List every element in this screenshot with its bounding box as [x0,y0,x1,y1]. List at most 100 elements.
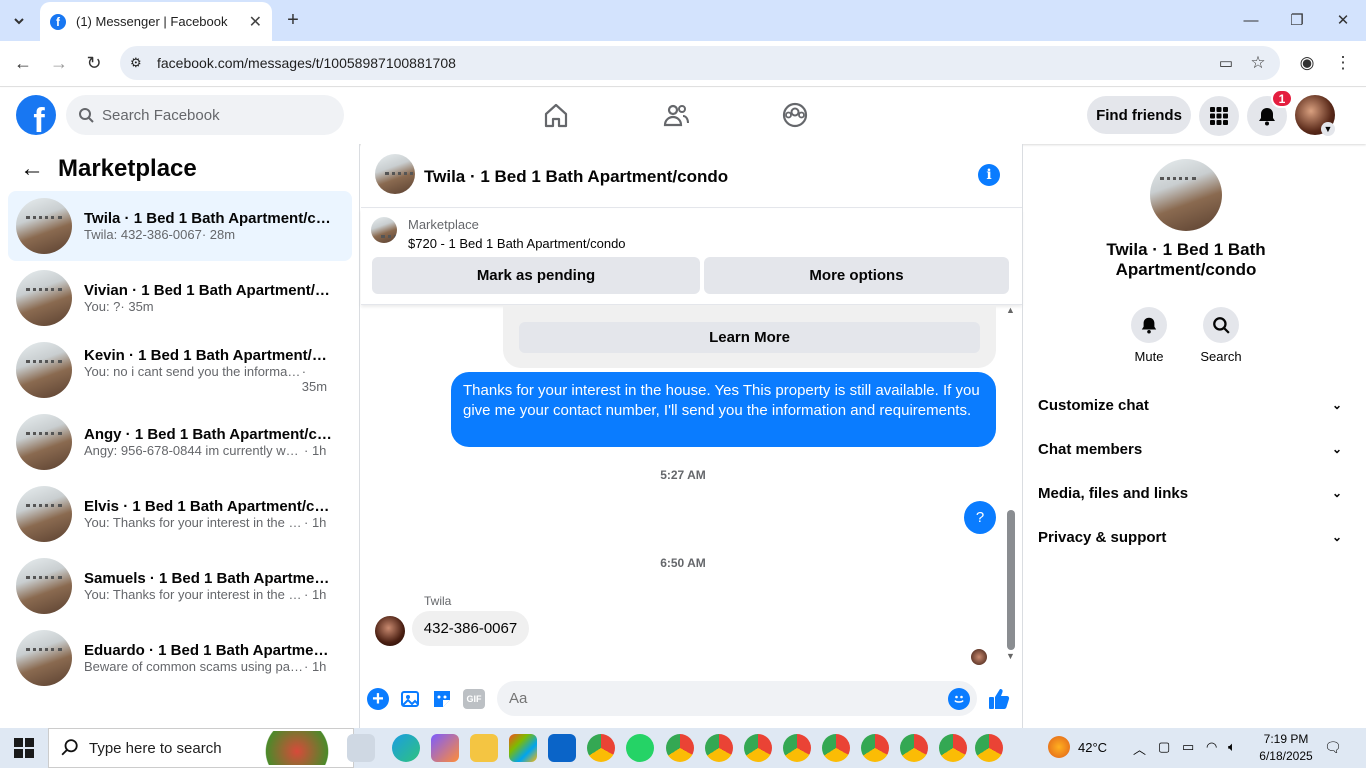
friends-icon[interactable] [661,100,691,130]
chrome-profile-icon[interactable] [939,734,967,762]
chat-listing-thumbnail[interactable] [375,154,415,194]
like-icon[interactable] [986,686,1012,712]
conversation-item[interactable]: Twila · 1 Bed 1 Bath Apartment/condo Twi… [8,191,352,261]
gif-icon[interactable]: GIF [463,689,485,709]
site-info-icon[interactable]: ⚙ [130,55,142,71]
info-icon[interactable]: i [978,164,1000,186]
emoji-icon[interactable] [948,688,970,710]
tab-search-chevron-icon[interactable] [8,10,30,32]
chrome-profile-icon[interactable] [783,734,811,762]
forward-icon[interactable]: → [48,52,70,74]
browser-tab[interactable]: f (1) Messenger | Facebook ✕ [40,2,272,41]
new-tab-icon[interactable]: + [282,9,304,31]
conversation-time: · 1h [304,659,327,674]
address-bar[interactable]: ⚙ facebook.com/messages/t/10058987100881… [120,46,1280,80]
find-friends-button[interactable]: Find friends [1087,96,1191,134]
whatsapp-icon[interactable] [626,734,654,762]
reload-icon[interactable]: ↻ [83,52,105,74]
edge-icon[interactable] [392,734,420,762]
chrome-profile-icon[interactable] [900,734,928,762]
chrome-profile-icon[interactable] [822,734,850,762]
search-icon [61,739,78,756]
timestamp: 5:27 AM [660,468,706,482]
groups-icon[interactable] [780,100,810,130]
section-label: Chat members [1038,440,1143,458]
battery-icon[interactable]: ▭ [1182,739,1194,755]
tab-close-icon[interactable]: ✕ [249,12,262,32]
clock[interactable]: 7:19 PM 6/18/2025 [1256,731,1316,765]
outgoing-message[interactable]: ? [964,501,996,534]
conversation-item[interactable]: Samuels · 1 Bed 1 Bath Apartment/condo Y… [8,551,352,621]
bookmark-star-icon[interactable]: ☆ [1247,52,1269,74]
volume-icon[interactable]: 🔈︎ [1228,739,1236,755]
chat-title[interactable]: Twila · 1 Bed 1 Bath Apartment/condo [424,167,728,187]
weather-icon[interactable] [1048,736,1070,758]
chrome-profile-icon[interactable] [975,734,1003,762]
search-placeholder: Search Facebook [102,106,220,124]
learn-more-button[interactable]: Learn More [519,322,980,353]
back-arrow-icon[interactable]: ← [20,155,44,183]
chrome-menu-icon[interactable]: ⋮ [1332,52,1354,74]
restore-icon[interactable]: ❐ [1286,9,1308,31]
install-app-icon[interactable]: ▭ [1215,52,1237,74]
conversation-item[interactable]: Eduardo · 1 Bed 1 Bath Apartment/condo B… [8,623,352,693]
customize-chat-section[interactable]: Customize chat ⌄ [1038,390,1342,420]
account-chevron-icon[interactable]: ▼ [1321,122,1335,136]
conversation-name: Elvis · 1 Bed 1 Bath Apartment/condo [84,498,334,515]
chrome-profile-icon[interactable] [666,734,694,762]
conversation-item[interactable]: Angy · 1 Bed 1 Bath Apartment/condo Angy… [8,407,352,477]
page-title: Marketplace [58,155,197,182]
conversation-preview: You: Thanks for your interest in the hou… [84,587,304,602]
back-icon[interactable]: ← [12,52,34,74]
chrome-profile-icon[interactable] [705,734,733,762]
privacy-support-section[interactable]: Privacy & support ⌄ [1038,522,1342,552]
chat-members-section[interactable]: Chat members ⌄ [1038,434,1342,464]
add-icon[interactable]: + [367,688,389,710]
listing-thumbnail [16,342,72,398]
outgoing-message[interactable]: Thanks for your interest in the house. Y… [451,372,996,447]
listing-small-thumbnail[interactable] [371,217,397,243]
notification-center-icon[interactable]: 🗨︎ [1324,739,1342,756]
listing-text[interactable]: $720 - 1 Bed 1 Bath Apartment/condo [408,236,626,251]
incoming-message[interactable]: 432-386-0067 [412,611,529,646]
home-icon[interactable] [541,100,571,130]
tray-chevron-icon[interactable]: ︿ [1133,739,1146,758]
outlook-icon[interactable] [548,734,576,762]
store-icon[interactable] [509,734,537,762]
file-explorer-icon[interactable] [470,734,498,762]
media-files-links-section[interactable]: Media, files and links ⌄ [1038,478,1342,508]
mute-button[interactable]: Mute [1119,307,1179,364]
photo-icon[interactable] [400,688,422,710]
meet-now-icon[interactable]: ▢ [1158,739,1170,755]
facebook-search-input[interactable]: Search Facebook [66,95,344,135]
search-icon [79,108,94,123]
temperature[interactable]: 42°C [1078,740,1107,755]
conversation-item[interactable]: Elvis · 1 Bed 1 Bath Apartment/condo You… [8,479,352,549]
chrome-profile-icon[interactable] [861,734,889,762]
windows-start-icon[interactable] [14,738,34,758]
profile-icon[interactable]: ◉ [1296,52,1318,74]
sticker-icon[interactable] [431,688,453,710]
chat-scrollbar-thumb[interactable] [1007,510,1015,650]
minimize-icon[interactable]: ― [1240,9,1262,31]
conversation-item[interactable]: Kevin · 1 Bed 1 Bath Apartment/condo You… [8,335,352,405]
message-input[interactable] [497,681,977,716]
mute-label: Mute [1134,349,1164,364]
details-thumbnail[interactable] [1150,159,1222,231]
window-close-icon[interactable]: ✕ [1332,9,1354,31]
task-view-icon[interactable] [347,734,375,762]
wifi-icon[interactable]: ◠ [1206,739,1217,755]
more-options-button[interactable]: More options [704,257,1009,294]
chrome-icon[interactable] [587,734,615,762]
conversation-item[interactable]: Vivian · 1 Bed 1 Bath Apartment/condo Yo… [8,263,352,333]
menu-grid-icon[interactable] [1199,96,1239,136]
sender-name: Twila [424,594,452,608]
listing-thumbnail [16,198,72,254]
facebook-logo-icon[interactable]: f [16,95,56,135]
sender-avatar[interactable] [375,616,405,646]
search-in-chat-button[interactable]: Search [1191,307,1251,364]
copilot-icon[interactable] [431,734,459,762]
chrome-profile-icon[interactable] [744,734,772,762]
conversation-name: Kevin · 1 Bed 1 Bath Apartment/condo [84,346,334,364]
mark-as-pending-button[interactable]: Mark as pending [372,257,700,294]
